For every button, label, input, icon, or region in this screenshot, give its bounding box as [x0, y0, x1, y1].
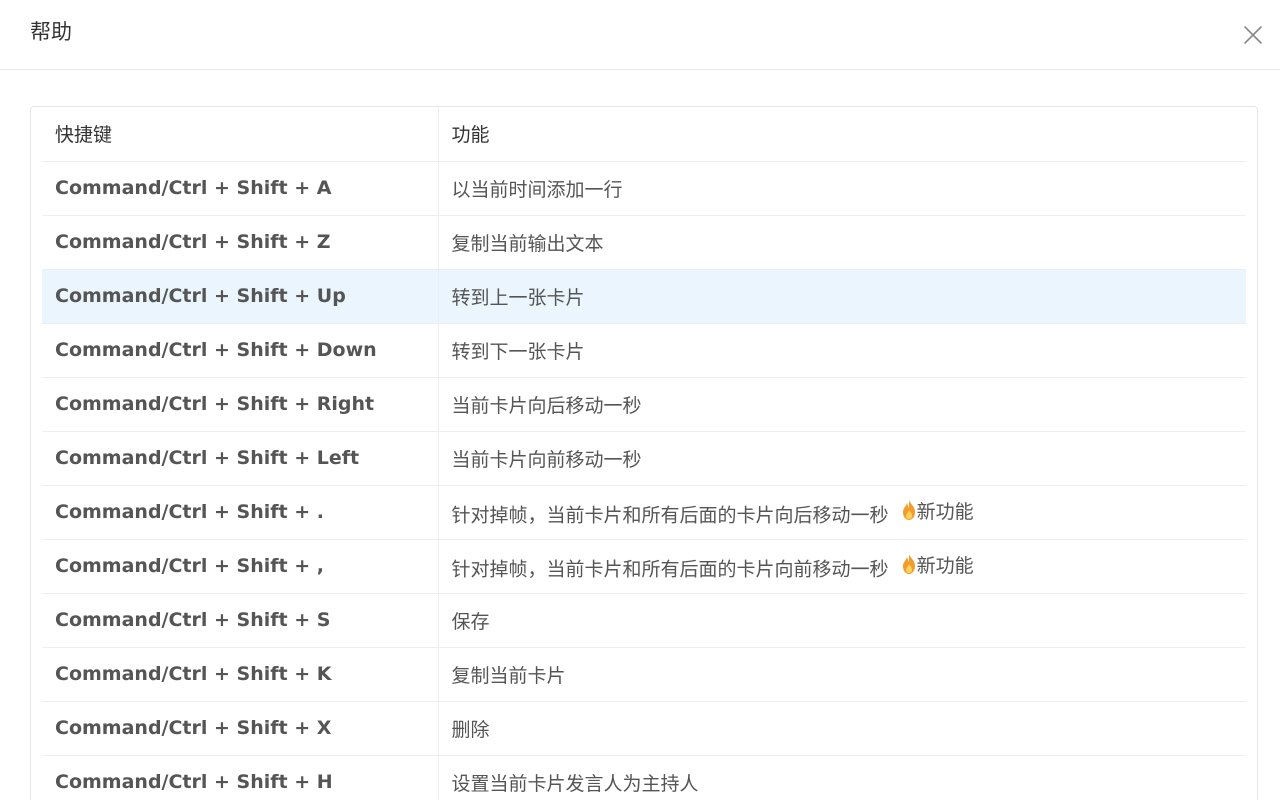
table-row[interactable]: Command/Ctrl + Shift + A 以当前时间添加一行 — [42, 161, 1246, 216]
flame-icon — [902, 554, 915, 575]
new-feature-badge: 新功能 — [901, 551, 974, 578]
shortcut-table: 快捷键 功能 Command/Ctrl + Shift + A 以当前时间添加一… — [42, 107, 1246, 800]
function-text: 保存 — [451, 610, 490, 633]
shortcut-cell: Command/Ctrl + Shift + Z — [42, 215, 439, 270]
table-row[interactable]: Command/Ctrl + Shift + K 复制当前卡片 — [42, 647, 1246, 702]
function-text: 复制当前输出文本 — [451, 232, 604, 255]
new-feature-label: 新功能 — [916, 500, 974, 523]
function-cell: 针对掉帧，当前卡片和所有后面的卡片向前移动一秒 新功能 — [438, 539, 1246, 594]
table-row[interactable]: Command/Ctrl + Shift + Left 当前卡片向前移动一秒 — [42, 431, 1246, 486]
function-text: 针对掉帧，当前卡片和所有后面的卡片向后移动一秒 — [451, 504, 889, 527]
table-row[interactable]: Command/Ctrl + Shift + , 针对掉帧，当前卡片和所有后面的… — [42, 539, 1246, 594]
function-text: 以当前时间添加一行 — [451, 178, 623, 201]
shortcut-cell: Command/Ctrl + Shift + S — [42, 593, 439, 648]
function-cell: 转到上一张卡片 — [438, 269, 1246, 324]
shortcut-cell: Command/Ctrl + Shift + Left — [42, 431, 439, 486]
shortcut-cell: Command/Ctrl + Shift + , — [42, 539, 439, 594]
table-row[interactable]: Command/Ctrl + Shift + . 针对掉帧，当前卡片和所有后面的… — [42, 485, 1246, 540]
function-cell: 复制当前卡片 — [438, 647, 1246, 702]
function-text: 删除 — [451, 718, 490, 741]
shortcut-cell: Command/Ctrl + Shift + Up — [42, 269, 439, 324]
function-text: 复制当前卡片 — [451, 664, 566, 687]
function-text: 转到上一张卡片 — [451, 286, 585, 309]
function-cell: 以当前时间添加一行 — [438, 161, 1246, 216]
shortcut-cell: Command/Ctrl + Shift + A — [42, 161, 439, 216]
table-row[interactable]: Command/Ctrl + Shift + H 设置当前卡片发言人为主持人 — [42, 755, 1246, 800]
function-text: 当前卡片向前移动一秒 — [451, 448, 642, 471]
column-header-shortcut: 快捷键 — [42, 107, 439, 162]
function-cell: 删除 — [438, 701, 1246, 756]
function-text: 转到下一张卡片 — [451, 340, 585, 363]
table-row[interactable]: Command/Ctrl + Shift + Z 复制当前输出文本 — [42, 215, 1246, 270]
function-cell: 当前卡片向前移动一秒 — [438, 431, 1246, 486]
new-feature-badge: 新功能 — [901, 497, 974, 524]
shortcut-cell: Command/Ctrl + Shift + Right — [42, 377, 439, 432]
shortcut-cell: Command/Ctrl + Shift + K — [42, 647, 439, 702]
table-row[interactable]: Command/Ctrl + Shift + Down 转到下一张卡片 — [42, 323, 1246, 378]
function-text: 设置当前卡片发言人为主持人 — [451, 772, 699, 795]
shortcut-cell: Command/Ctrl + Shift + H — [42, 755, 439, 800]
shortcut-cell: Command/Ctrl + Shift + . — [42, 485, 439, 540]
close-icon — [1244, 26, 1262, 44]
shortcut-cell: Command/Ctrl + Shift + X — [42, 701, 439, 756]
function-cell: 保存 — [438, 593, 1246, 648]
shortcut-table-container[interactable]: 快捷键 功能 Command/Ctrl + Shift + A 以当前时间添加一… — [30, 106, 1258, 800]
column-header-function: 功能 — [438, 107, 1246, 162]
function-cell: 转到下一张卡片 — [438, 323, 1246, 378]
function-cell: 复制当前输出文本 — [438, 215, 1246, 270]
function-cell: 当前卡片向后移动一秒 — [438, 377, 1246, 432]
table-row[interactable]: Command/Ctrl + Shift + X 删除 — [42, 701, 1246, 756]
table-header-row: 快捷键 功能 — [42, 107, 1246, 162]
new-feature-label: 新功能 — [916, 554, 974, 577]
function-text: 针对掉帧，当前卡片和所有后面的卡片向前移动一秒 — [451, 558, 889, 581]
table-row[interactable]: Command/Ctrl + Shift + Right 当前卡片向后移动一秒 — [42, 377, 1246, 432]
table-row[interactable]: Command/Ctrl + Shift + Up 转到上一张卡片 — [42, 269, 1246, 324]
function-cell: 设置当前卡片发言人为主持人 — [438, 755, 1246, 800]
table-row[interactable]: Command/Ctrl + Shift + S 保存 — [42, 593, 1246, 648]
table-body: Command/Ctrl + Shift + A 以当前时间添加一行 Comma… — [42, 161, 1246, 800]
dialog-header: 帮助 — [0, 0, 1280, 70]
shortcut-cell: Command/Ctrl + Shift + Down — [42, 323, 439, 378]
help-dialog: 帮助 快捷键 功能 Command/Ctrl + Shift + A 以当前时间… — [0, 0, 1280, 800]
flame-icon — [902, 500, 915, 521]
function-text: 当前卡片向后移动一秒 — [451, 394, 642, 417]
dialog-title: 帮助 — [30, 20, 72, 44]
close-button[interactable] — [1236, 18, 1270, 52]
function-cell: 针对掉帧，当前卡片和所有后面的卡片向后移动一秒 新功能 — [438, 485, 1246, 540]
